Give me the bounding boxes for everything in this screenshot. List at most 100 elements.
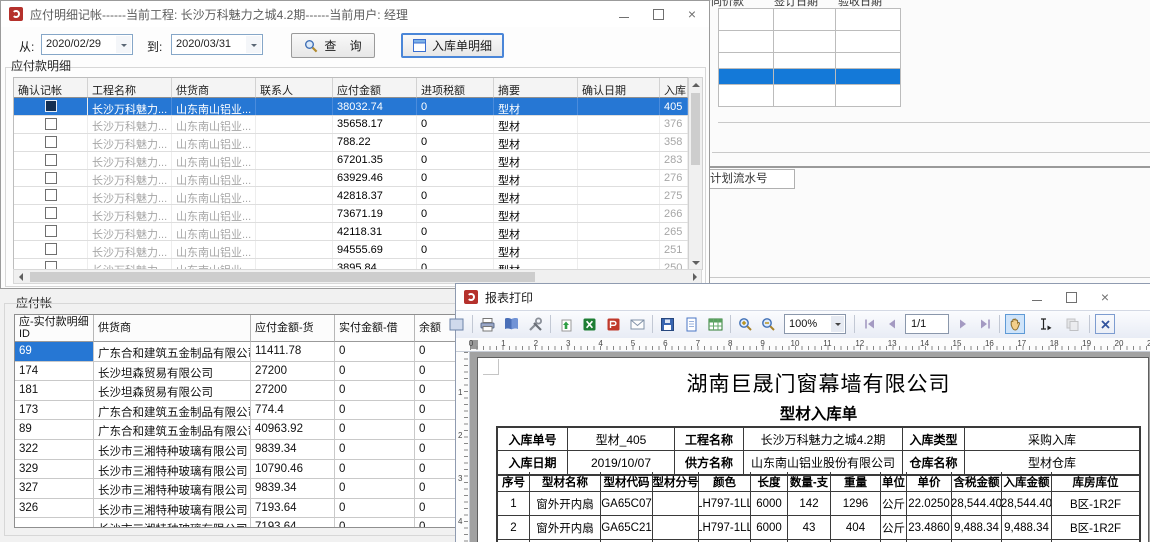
checkbox[interactable] (45, 172, 57, 184)
table-row[interactable]: 329长沙市三湘特种玻璃有限公司10790.4600 (15, 460, 516, 480)
page-number-input[interactable]: 1/1 (905, 314, 949, 334)
column-header[interactable]: 摘要 (494, 78, 578, 98)
table-row[interactable]: 长沙万科魅力...山东南山铝业...94555.690型材251 (14, 241, 688, 259)
checkbox-cell (14, 134, 88, 151)
table-row[interactable]: 327长沙市三湘特种玻璃有限公司9839.3400 (15, 479, 516, 499)
hand-tool-icon[interactable] (1005, 314, 1025, 334)
export-pdf-icon[interactable] (603, 314, 623, 334)
export-icon[interactable] (555, 314, 575, 334)
column-header[interactable]: 应付金额-货 (251, 315, 335, 342)
print-icon[interactable] (477, 314, 497, 334)
send-mail-icon[interactable] (627, 314, 647, 334)
divider (710, 166, 1150, 168)
from-date-combobox[interactable]: 2020/02/29 (41, 34, 133, 55)
options-icon[interactable] (525, 314, 545, 334)
column-header[interactable]: 实付金额-借 (335, 315, 415, 342)
table-row[interactable]: 长沙万科魅力...山东南山铝业...73671.190型材266 (14, 205, 688, 223)
id-cell: 329 (15, 460, 94, 479)
minimize-button[interactable] (607, 1, 641, 27)
zoom-out-icon[interactable] (758, 314, 778, 334)
scroll-right-icon[interactable] (688, 270, 701, 283)
paid-cell: 0 (335, 381, 415, 400)
chevron-down-icon[interactable] (831, 316, 844, 332)
report-cell: 22.0250 (907, 492, 952, 515)
confirm-date-cell (578, 187, 660, 204)
column-header[interactable]: 联系人 (256, 78, 333, 98)
w1-titlebar[interactable]: 应付明细记帐------当前工程: 长沙万科魅力之城4.2期------当前用户… (1, 1, 709, 27)
last-page-icon[interactable] (975, 314, 995, 334)
table-row[interactable]: 长沙万科魅力...山东南山铝业...35658.170型材376 (14, 116, 688, 134)
checkbox[interactable] (45, 207, 57, 219)
checkbox[interactable] (45, 225, 57, 237)
scrollbar-thumb[interactable] (691, 93, 700, 165)
copy-icon[interactable] (1062, 314, 1082, 334)
export-table-icon[interactable] (705, 314, 725, 334)
prev-page-icon[interactable] (882, 314, 902, 334)
column-header[interactable]: 确认日期 (578, 78, 660, 98)
column-header[interactable]: 工程名称 (88, 78, 172, 98)
design-view-icon[interactable] (446, 314, 466, 334)
chevron-down-icon[interactable] (246, 36, 261, 53)
table-row[interactable]: 326长沙市三湘特种玻璃有限公司7193.6400 (15, 499, 516, 519)
column-header[interactable]: 供货商 (94, 315, 251, 342)
table-row[interactable]: 长沙万科魅力...山东南山铝业...42818.370型材275 (14, 187, 688, 205)
close-preview-icon[interactable] (1095, 314, 1115, 334)
table-row[interactable]: 173广东合和建筑五金制品有限公司774.400 (15, 401, 516, 421)
close-button[interactable]: × (1088, 284, 1122, 310)
paid-cell: 0 (335, 460, 415, 479)
column-header[interactable]: 应-实付款明细ID (15, 315, 94, 342)
zoom-level-combobox[interactable]: 100% (784, 314, 846, 334)
table-row[interactable]: 长沙万科魅力...山东南山铝业...38032.740型材405 (14, 98, 688, 116)
column-header[interactable]: 应付金额 (333, 78, 417, 98)
table-row[interactable]: 322长沙市三湘特种玻璃有限公司9839.3400 (15, 440, 516, 460)
text-select-icon[interactable] (1035, 314, 1055, 334)
table-row[interactable]: 长沙万科魅力...山东南山铝业...67201.350型材283 (14, 152, 688, 170)
zoom-in-icon[interactable] (735, 314, 755, 334)
checkbox[interactable] (45, 100, 57, 112)
checkbox-cell (14, 187, 88, 204)
page-setup-icon[interactable] (501, 314, 521, 334)
query-button[interactable]: 查 询 (291, 33, 375, 58)
column-header[interactable]: 确认记帐 (14, 78, 88, 98)
minimize-button[interactable] (1020, 284, 1054, 310)
checkbox[interactable] (45, 154, 57, 166)
table-row[interactable]: 长沙万科魅力...山东南山铝业...63929.460型材276 (14, 170, 688, 188)
table-row[interactable]: 长沙万科魅力...山东南山铝业...788.220型材358 (14, 134, 688, 152)
scrollbar-thumb[interactable] (30, 272, 535, 282)
checkbox[interactable] (45, 136, 57, 148)
checkbox[interactable] (45, 243, 57, 255)
table-row[interactable]: 69广东合和建筑五金制品有限公司11411.7800 (15, 342, 516, 362)
checkbox[interactable] (45, 189, 57, 201)
supplier-cell: 广东合和建筑五金制品有限公司 (94, 342, 251, 361)
report-preview-area[interactable]: 1234 湖南巨晟门窗幕墙有限公司 型材入库单 入库单号型材_405工程名称长沙… (456, 352, 1150, 542)
next-page-icon[interactable] (953, 314, 973, 334)
column-header[interactable]: 入库 (660, 78, 688, 98)
chevron-down-icon[interactable] (116, 36, 131, 53)
open-document-icon[interactable] (681, 314, 701, 334)
w2-titlebar[interactable]: 报表打印 × (456, 284, 1150, 310)
inbound-detail-button[interactable]: 入库单明细 (401, 33, 504, 58)
first-page-icon[interactable] (860, 314, 880, 334)
scroll-left-icon[interactable] (14, 270, 27, 283)
save-icon[interactable] (657, 314, 677, 334)
column-header[interactable]: 供货商 (172, 78, 256, 98)
summary-cell: 型材 (494, 170, 578, 187)
maximize-button[interactable] (641, 1, 675, 27)
table-row[interactable]: 长沙市三湘特种玻璃有限公司7193.6400 (15, 518, 516, 527)
to-date-combobox[interactable]: 2020/03/31 (171, 34, 263, 55)
supplier-cell: 长沙坦森贸易有限公司 (94, 381, 251, 400)
vertical-scrollbar[interactable] (688, 77, 703, 270)
table-row[interactable]: 181长沙坦森贸易有限公司2720000 (15, 381, 516, 401)
scroll-down-icon[interactable] (689, 256, 702, 269)
close-button[interactable]: × (675, 1, 709, 27)
maximize-button[interactable] (1054, 284, 1088, 310)
table-row[interactable]: 174长沙坦森贸易有限公司2720000 (15, 362, 516, 382)
column-header[interactable]: 进项税额 (417, 78, 494, 98)
horizontal-scrollbar[interactable] (13, 269, 702, 284)
scroll-up-icon[interactable] (689, 78, 702, 91)
report-cell: 窗外开内扇 (530, 492, 601, 515)
table-row[interactable]: 长沙万科魅力...山东南山铝业...42118.310型材265 (14, 223, 688, 241)
table-row[interactable]: 89广东合和建筑五金制品有限公司40963.9200 (15, 420, 516, 440)
checkbox[interactable] (45, 118, 57, 130)
export-excel-icon[interactable] (579, 314, 599, 334)
